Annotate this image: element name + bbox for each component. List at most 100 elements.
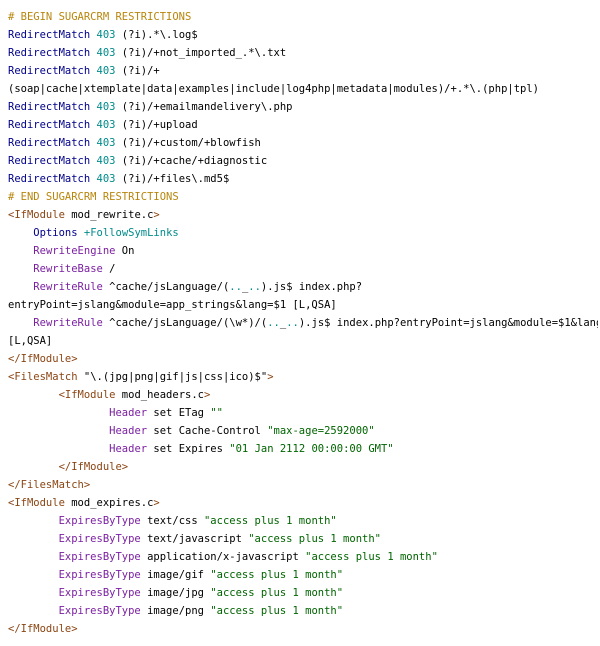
code-token-comment: # BEGIN SUGARCRM RESTRICTIONS — [8, 11, 192, 23]
code-token-num: 403 — [96, 173, 116, 185]
code-line: RedirectMatch 403 (?i)/+cache/+diagnosti… — [8, 152, 598, 170]
code-token-num: .. — [286, 317, 299, 329]
code-token-plain: (?i)/+ — [115, 65, 160, 77]
code-token-dir: ExpiresByType — [58, 569, 141, 581]
code-token-num: +FollowSymLinks — [77, 227, 179, 239]
code-token-plain: On — [115, 245, 135, 257]
code-token-plain: image/gif — [140, 569, 211, 581]
code-token-plain: mod_expires.c — [64, 497, 154, 509]
code-token-str: "access plus 1 month" — [210, 605, 344, 617]
code-line: [L,QSA] — [8, 332, 598, 350]
code-line: RewriteBase / — [8, 260, 598, 278]
code-token-str: "access plus 1 month" — [305, 551, 438, 563]
code-line: ExpiresByType image/png "access plus 1 m… — [8, 602, 598, 620]
code-token-plain: set Cache-Control — [147, 425, 268, 437]
code-token-tag: <FilesMatch — [8, 371, 78, 383]
code-token-plain: set Expires — [147, 443, 230, 455]
code-token-num: 403 — [96, 155, 116, 167]
code-line: RedirectMatch 403 (?i)/+ — [8, 62, 598, 80]
code-line: RedirectMatch 403 (?i)/+files\.md5$ — [8, 170, 598, 188]
code-token-tag: </IfModule> — [8, 623, 78, 635]
code-token-plain: / — [102, 263, 116, 275]
code-line: <IfModule mod_headers.c> — [8, 386, 598, 404]
code-token-dir: ExpiresByType — [58, 551, 141, 563]
code-token-str: "01 Jan 2112 00:00:00 GMT" — [229, 443, 394, 455]
code-line: RewriteEngine On — [8, 242, 598, 260]
code-line: entryPoint=jslang&module=app_strings&lan… — [8, 296, 598, 314]
code-token-num: 403 — [96, 29, 116, 41]
code-line: RewriteRule ^cache/jsLanguage/(.._..).js… — [8, 278, 598, 296]
code-token-num: .. — [267, 317, 280, 329]
code-token-plain: text/javascript — [140, 533, 249, 545]
code-line: # END SUGARCRM RESTRICTIONS — [8, 188, 598, 206]
code-token-tag: <IfModule — [8, 209, 65, 221]
code-token-dir: Header — [109, 425, 148, 437]
code-token-plain: (?i)/+cache/+diagnostic — [115, 155, 268, 167]
code-token-kw: RedirectMatch — [8, 119, 91, 131]
code-token-plain: (?i)/+custom/+blowfish — [115, 137, 261, 149]
code-line: RedirectMatch 403 (?i)/+not_imported_.*\… — [8, 44, 598, 62]
code-token-str: "access plus 1 month" — [210, 569, 344, 581]
code-line: ExpiresByType text/javascript "access pl… — [8, 530, 598, 548]
code-token-str: "" — [210, 407, 223, 419]
code-token-plain: entryPoint=jslang&module=app_strings&lan… — [8, 299, 337, 311]
code-token-kw: RedirectMatch — [8, 173, 91, 185]
code-line: <FilesMatch "\.(jpg|png|gif|js|css|ico)$… — [8, 368, 598, 386]
code-token-plain: application/x-javascript — [140, 551, 306, 563]
code-token-num: 403 — [96, 65, 116, 77]
code-token-num: 403 — [96, 137, 116, 149]
code-token-kw: RedirectMatch — [8, 47, 91, 59]
code-block: # BEGIN SUGARCRM RESTRICTIONS RedirectMat… — [8, 8, 598, 638]
code-line: ExpiresByType image/gif "access plus 1 m… — [8, 566, 598, 584]
code-token-str: "max-age=2592000" — [267, 425, 375, 437]
code-line: ExpiresByType image/jpg "access plus 1 m… — [8, 584, 598, 602]
code-token-tag: > — [153, 497, 160, 509]
code-line: (soap|cache|xtemplate|data|examples|incl… — [8, 80, 598, 98]
code-token-comment: # END SUGARCRM RESTRICTIONS — [8, 191, 179, 203]
code-token-plain: ).js$ index.php?entryPoint=jslang&module… — [298, 317, 598, 329]
code-token-plain: image/png — [140, 605, 211, 617]
code-token-dir: RewriteEngine — [33, 245, 116, 257]
code-token-num: 403 — [96, 47, 116, 59]
code-line: Header set ETag "" — [8, 404, 598, 422]
code-line: ExpiresByType application/x-javascript "… — [8, 548, 598, 566]
code-token-plain: mod_headers.c — [115, 389, 204, 401]
code-token-tag: </IfModule> — [58, 461, 129, 473]
code-token-tag: > — [204, 389, 211, 401]
code-token-plain: image/jpg — [140, 587, 211, 599]
code-token-str: "access plus 1 month" — [203, 515, 337, 527]
code-token-str: "access plus 1 month" — [210, 587, 344, 599]
code-token-plain: (soap|cache|xtemplate|data|examples|incl… — [8, 83, 540, 95]
code-token-plain: ^cache/jsLanguage/(\w*)/( — [102, 317, 268, 329]
code-token-tag: <IfModule — [8, 497, 65, 509]
code-token-plain: (?i).*\.log$ — [115, 29, 198, 41]
code-line: ExpiresByType text/css "access plus 1 mo… — [8, 512, 598, 530]
code-token-tag: <IfModule — [58, 389, 116, 401]
code-token-plain: (?i)/+upload — [115, 119, 198, 131]
code-token-dir: ExpiresByType — [58, 587, 141, 599]
code-token-dir: Header — [109, 443, 148, 455]
code-token-dir: Header — [109, 407, 148, 419]
code-token-str: "access plus 1 month" — [248, 533, 381, 545]
code-token-dir: ExpiresByType — [58, 533, 141, 545]
code-token-plain: ).js$ index.php? — [260, 281, 363, 293]
code-token-num: 403 — [96, 119, 116, 131]
code-token-tag: </IfModule> — [8, 353, 78, 365]
code-token-plain: (?i)/+emailmandelivery\.php — [115, 101, 293, 113]
code-line: RedirectMatch 403 (?i).*\.log$ — [8, 26, 598, 44]
code-token-plain: [L,QSA] — [8, 335, 53, 347]
code-token-tag: > — [267, 371, 274, 383]
code-line: RewriteRule ^cache/jsLanguage/(\w*)/(.._… — [8, 314, 598, 332]
code-token-plain: (?i)/+not_imported_.*\.txt — [115, 47, 287, 59]
